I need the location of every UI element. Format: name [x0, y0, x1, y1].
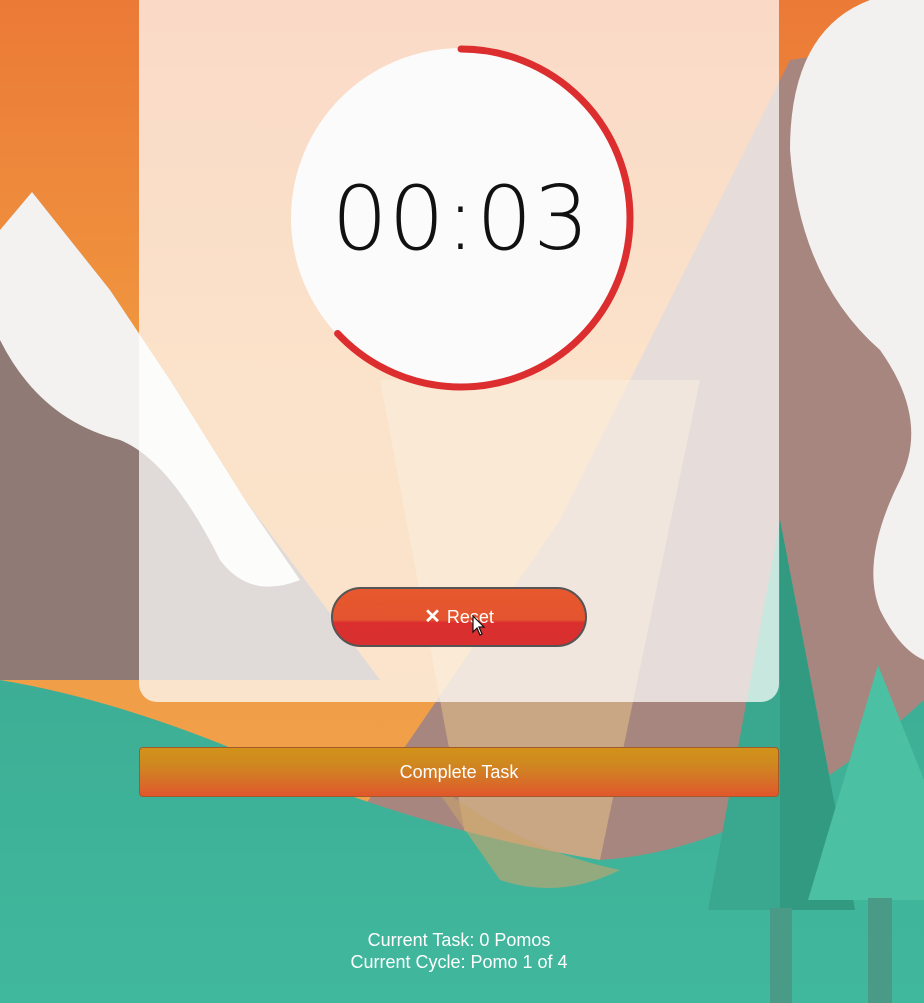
complete-task-button[interactable]: Complete Task	[139, 747, 779, 797]
timer-readout: 00:03	[331, 166, 591, 270]
reset-button[interactable]: ✕ Reset	[331, 587, 587, 647]
current-cycle-text: Current Cycle: Pomo 1 of 4	[350, 952, 568, 972]
status-info: Current Task: 0 Pomos Current Cycle: Pom…	[0, 929, 918, 973]
current-task-text: Current Task: 0 Pomos	[367, 930, 551, 950]
reset-label: Reset	[446, 606, 494, 627]
complete-task-label: Complete Task	[399, 761, 519, 782]
close-icon: ✕	[424, 606, 441, 628]
timer-display: 00:03	[288, 45, 634, 391]
mouse-pointer-icon	[472, 615, 486, 636]
